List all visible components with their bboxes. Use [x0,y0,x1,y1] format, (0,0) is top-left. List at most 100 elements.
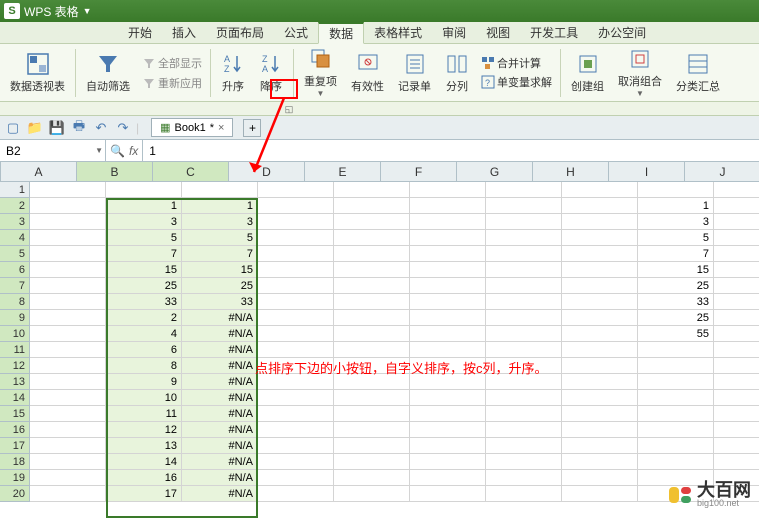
cell[interactable]: #N/A [182,406,258,422]
cell[interactable] [258,486,334,502]
cell[interactable] [30,198,106,214]
cell[interactable] [334,246,410,262]
cell[interactable] [714,310,759,326]
cell[interactable] [714,374,759,390]
cell[interactable]: 7 [182,246,258,262]
cell[interactable]: #N/A [182,310,258,326]
cell[interactable]: 25 [182,278,258,294]
cell[interactable]: 3 [106,214,182,230]
row-header[interactable]: 8 [0,294,30,310]
menu-tab-5[interactable]: 表格样式 [364,22,432,43]
autofilter-button[interactable]: 自动筛选 [80,47,136,99]
cell[interactable] [334,182,410,198]
row-header[interactable]: 16 [0,422,30,438]
cell[interactable] [562,486,638,502]
row-header[interactable]: 5 [0,246,30,262]
cell[interactable] [258,326,334,342]
cell[interactable]: #N/A [182,470,258,486]
duplicates-button[interactable]: 重复项▼ [298,47,343,99]
cell[interactable] [334,198,410,214]
cell[interactable] [638,358,714,374]
cell[interactable] [714,214,759,230]
cell[interactable] [334,294,410,310]
menu-tab-1[interactable]: 插入 [162,22,206,43]
col-header-A[interactable]: A [1,162,77,182]
row-header[interactable]: 13 [0,374,30,390]
cell[interactable]: 7 [638,246,714,262]
cell[interactable] [486,278,562,294]
cell[interactable] [486,390,562,406]
cell[interactable] [410,454,486,470]
cell[interactable]: 25 [638,278,714,294]
cell[interactable]: 3 [638,214,714,230]
row-header[interactable]: 18 [0,454,30,470]
cell[interactable]: #N/A [182,342,258,358]
cell[interactable]: #N/A [182,326,258,342]
row-header[interactable]: 11 [0,342,30,358]
sort-ascending-button[interactable]: AZ 升序 [215,47,251,99]
col-header-D[interactable]: D [229,162,305,182]
sort-descending-button[interactable]: ZA 降序 [253,47,289,99]
cell[interactable] [486,262,562,278]
menu-tab-3[interactable]: 公式 [274,22,318,43]
consolidate-button[interactable]: 合并计算 [477,54,556,72]
group-button[interactable]: 创建组 [565,47,610,99]
cell[interactable] [334,422,410,438]
cell[interactable]: 9 [106,374,182,390]
cell[interactable] [30,438,106,454]
cell[interactable] [562,294,638,310]
open-icon[interactable]: 📁 [26,119,44,137]
cell[interactable]: 4 [106,326,182,342]
cell[interactable] [258,262,334,278]
sort-dialog-launcher[interactable]: ◱ [282,102,296,116]
cell[interactable] [714,230,759,246]
cell[interactable] [258,310,334,326]
cell[interactable] [334,390,410,406]
close-tab-icon[interactable]: × [218,122,224,134]
cell[interactable]: 33 [638,294,714,310]
cell[interactable] [410,390,486,406]
menu-tab-4[interactable]: 数据 [318,22,364,44]
menu-tab-6[interactable]: 审阅 [432,22,476,43]
cell[interactable]: 5 [182,230,258,246]
cell[interactable] [562,390,638,406]
text-to-columns-button[interactable]: 分列 [439,47,475,99]
cell[interactable] [410,486,486,502]
cell[interactable] [258,278,334,294]
cell[interactable] [334,230,410,246]
cell[interactable] [638,390,714,406]
cell[interactable]: 5 [106,230,182,246]
cell[interactable] [30,310,106,326]
cell[interactable]: 7 [106,246,182,262]
row-header[interactable]: 7 [0,278,30,294]
menu-tab-9[interactable]: 办公空间 [588,22,656,43]
cell[interactable] [410,470,486,486]
cell[interactable] [30,214,106,230]
cell[interactable] [410,438,486,454]
col-header-C[interactable]: C [153,162,229,182]
name-box[interactable]: B2 ▼ [0,140,106,161]
recordset-button[interactable]: 记录单 [392,47,437,99]
cell[interactable] [714,262,759,278]
row-header[interactable]: 12 [0,358,30,374]
row-header[interactable]: 19 [0,470,30,486]
cell[interactable]: #N/A [182,422,258,438]
cell[interactable]: 11 [106,406,182,422]
new-doc-icon[interactable]: ▢ [4,119,22,137]
cell[interactable] [562,470,638,486]
save-icon[interactable]: 💾 [48,119,66,137]
cell[interactable] [258,342,334,358]
cell[interactable] [562,310,638,326]
cell[interactable] [638,374,714,390]
document-tab[interactable]: ▦ Book1 * × [151,118,233,137]
cell[interactable] [258,454,334,470]
cell[interactable] [486,310,562,326]
formula-input[interactable]: 1 [143,140,759,161]
name-box-dropdown-icon[interactable]: ▼ [95,146,103,155]
cell[interactable] [714,390,759,406]
cell[interactable] [562,214,638,230]
cell[interactable] [410,342,486,358]
cell[interactable] [486,198,562,214]
cell[interactable] [562,246,638,262]
cell[interactable] [258,246,334,262]
